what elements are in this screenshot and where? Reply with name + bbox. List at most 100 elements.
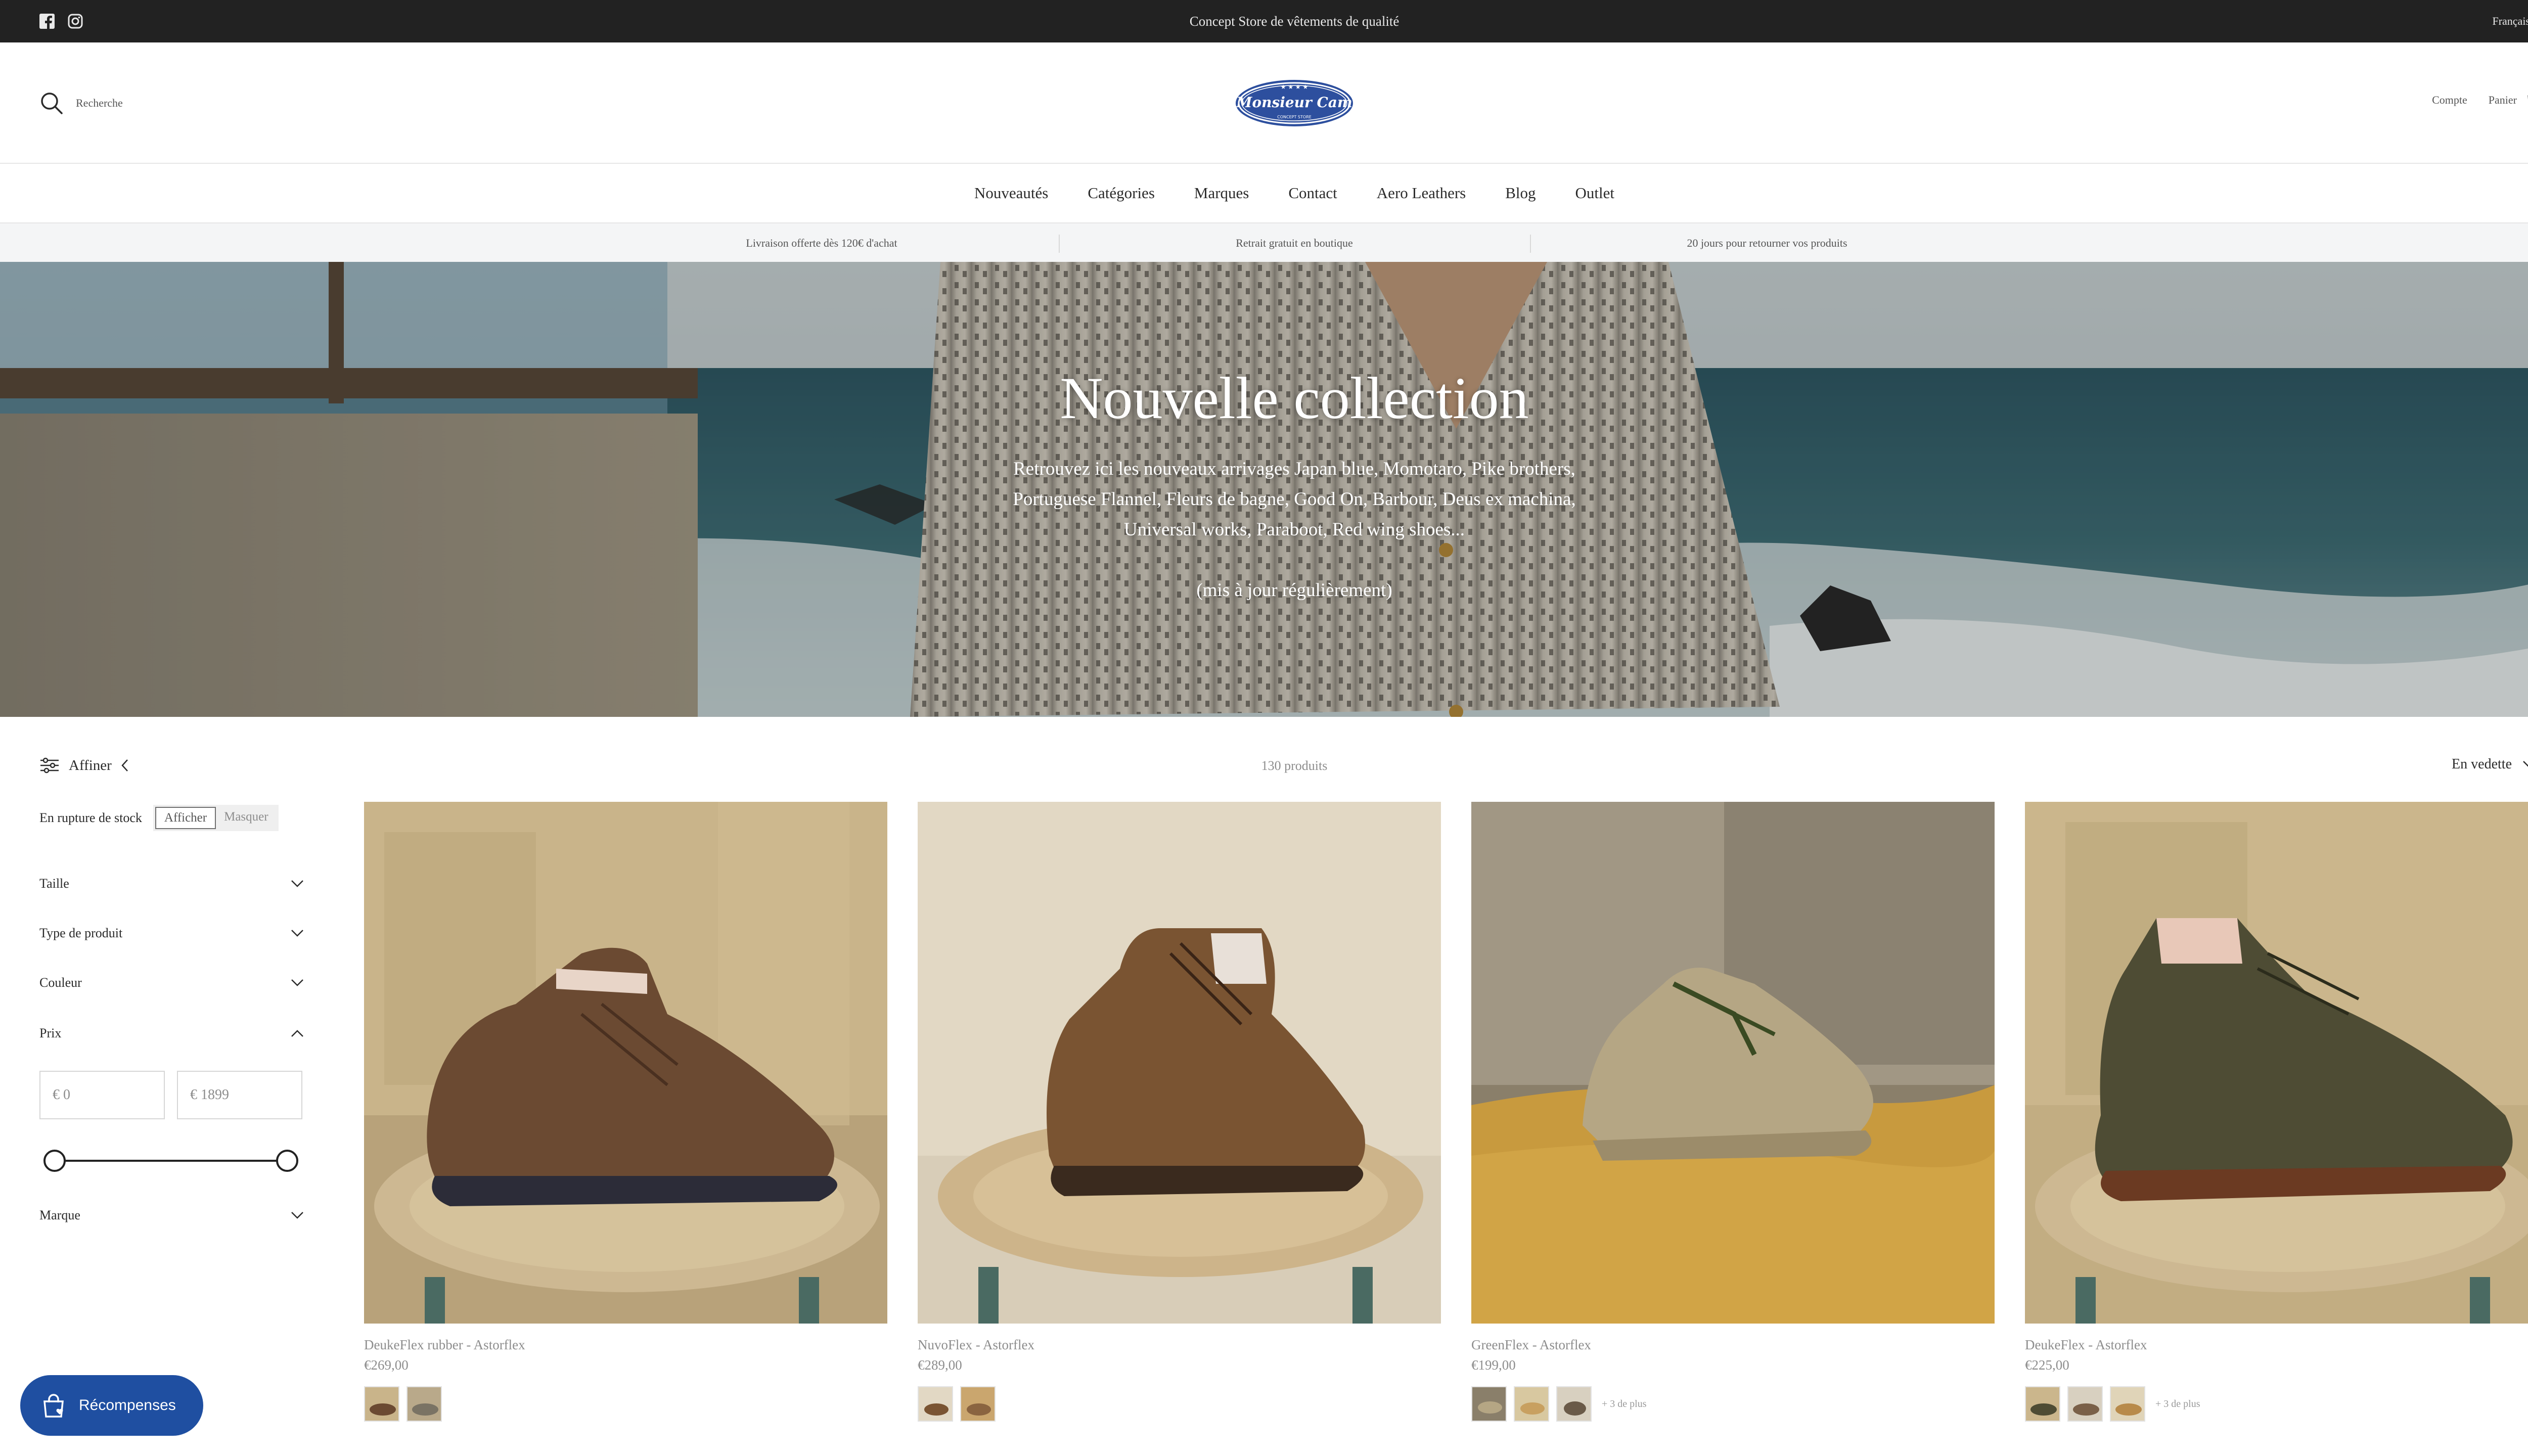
variant-swatch[interactable] <box>364 1386 399 1422</box>
price-slider-track[interactable] <box>55 1160 287 1162</box>
hero-description: Retrouvez ici les nouveaux arrivages Jap… <box>1013 459 1576 540</box>
usp-shipping: Livraison offerte dès 120€ d'achat <box>746 237 897 249</box>
chevron-down-icon <box>291 1212 303 1219</box>
rewards-button[interactable]: Récompenses <box>20 1375 203 1436</box>
chevron-down-icon <box>291 880 303 887</box>
hero-banner: Nouvelle collection Retrouvez ici les no… <box>0 262 2528 717</box>
nav-item-aero-leathers[interactable]: Aero Leathers <box>1377 184 1466 202</box>
variant-swatch[interactable] <box>2110 1386 2145 1422</box>
nav-item-blog[interactable]: Blog <box>1505 184 1536 202</box>
chevron-down-icon <box>291 930 303 937</box>
hero-title: Nouvelle collection <box>1060 365 1529 431</box>
svg-text:★ ★ ★ ★: ★ ★ ★ ★ <box>1281 83 1308 90</box>
product-card[interactable]: GreenFlex - Astorflex €199,00 + 3 de plu… <box>1471 802 1995 1422</box>
stock-option-hide[interactable]: Masquer <box>216 807 276 829</box>
nav-item-outlet[interactable]: Outlet <box>1575 184 1615 202</box>
product-name[interactable]: DeukeFlex rubber - Astorflex <box>364 1335 887 1355</box>
announcement-bar: Concept Store de vêtements de qualité Fr… <box>0 0 2528 42</box>
facet-product-type[interactable]: Type de produit <box>39 919 304 947</box>
variant-swatches <box>364 1386 887 1422</box>
product-image[interactable] <box>2025 802 2528 1324</box>
site-logo[interactable]: Monsieur Cam ★ ★ ★ ★ CONCEPT STORE <box>1234 78 1355 128</box>
facet-label: Marque <box>39 1208 80 1222</box>
product-name[interactable]: DeukeFlex - Astorflex <box>2025 1335 2528 1355</box>
variant-swatch[interactable] <box>960 1386 996 1422</box>
svg-text:CONCEPT STORE: CONCEPT STORE <box>1277 115 1312 119</box>
language-selector[interactable]: Français <box>2492 0 2528 42</box>
stock-label: En rupture de stock <box>39 810 142 825</box>
product-count: 130 produits <box>1261 758 1328 773</box>
filter-sliders-icon <box>40 757 59 774</box>
shopping-bag-heart-icon <box>43 1394 64 1418</box>
product-image[interactable] <box>918 802 1441 1324</box>
price-slider-min-handle[interactable] <box>43 1150 66 1172</box>
product-name[interactable]: GreenFlex - Astorflex <box>1471 1335 1995 1355</box>
main-navigation: Nouveautés Catégories Marques Contact Ae… <box>0 165 2528 221</box>
facet-price[interactable]: Prix <box>39 1019 304 1048</box>
price-max-input[interactable]: € 1899 <box>177 1071 302 1119</box>
variant-swatch[interactable] <box>2067 1386 2103 1422</box>
nav-item-categories[interactable]: Catégories <box>1088 184 1155 202</box>
stock-toggle: Afficher Masquer <box>153 805 279 831</box>
shopping-bag-icon <box>2527 95 2528 100</box>
variant-swatch[interactable] <box>918 1386 953 1422</box>
header-actions: Compte Panier <box>2432 89 2528 111</box>
facet-brand[interactable]: Marque <box>39 1201 304 1230</box>
facet-size[interactable]: Taille <box>39 870 304 898</box>
product-price: €289,00 <box>918 1357 962 1373</box>
usp-bar: Livraison offerte dès 120€ d'achat Retra… <box>0 222 2528 262</box>
cart-link[interactable]: Panier <box>2489 89 2528 111</box>
refine-label: Affiner <box>69 757 112 774</box>
facet-label: Couleur <box>39 975 82 990</box>
variant-swatch[interactable] <box>1514 1386 1549 1422</box>
facet-label: Taille <box>39 876 69 891</box>
rewards-label: Récompenses <box>79 1397 176 1414</box>
variant-swatches: + 3 de plus <box>2025 1386 2528 1422</box>
chevron-up-icon <box>291 1030 303 1037</box>
chevron-down-icon <box>2523 761 2528 767</box>
sort-select[interactable]: En vedette <box>2452 756 2528 772</box>
product-card[interactable]: NuvoFlex - Astorflex €289,00 <box>918 802 1441 1422</box>
account-link[interactable]: Compte <box>2432 94 2467 107</box>
usp-pickup: Retrait gratuit en boutique <box>1236 237 1353 249</box>
stock-option-show[interactable]: Afficher <box>155 807 216 829</box>
chevron-down-icon <box>291 979 303 986</box>
product-image[interactable] <box>1471 802 1995 1324</box>
facet-color[interactable]: Couleur <box>39 969 304 997</box>
search-button[interactable]: Recherche <box>39 91 123 115</box>
nav-item-nouveautes[interactable]: Nouveautés <box>974 184 1048 202</box>
more-variants-label[interactable]: + 3 de plus <box>1602 1398 1647 1410</box>
price-slider-max-handle[interactable] <box>276 1150 298 1172</box>
nav-item-marques[interactable]: Marques <box>1194 184 1249 202</box>
stock-filter: En rupture de stock Afficher Masquer <box>39 805 279 831</box>
more-variants-label[interactable]: + 3 de plus <box>2155 1398 2200 1410</box>
chevron-left-icon <box>121 759 128 771</box>
product-price: €199,00 <box>1471 1357 1516 1373</box>
hero-note: (mis à jour régulièrement) <box>1196 580 1392 601</box>
announcement-text: Concept Store de vêtements de qualité <box>1189 14 1400 29</box>
price-min-input[interactable]: € 0 <box>39 1071 165 1119</box>
language-label: Français <box>2492 15 2528 27</box>
variant-swatch[interactable] <box>1556 1386 1592 1422</box>
site-header: Recherche Monsieur Cam ★ ★ ★ ★ CONCEPT S… <box>0 42 2528 164</box>
refine-toggle[interactable]: Affiner <box>39 756 129 775</box>
cart-label: Panier <box>2488 94 2517 106</box>
search-icon <box>41 93 63 114</box>
product-price: €269,00 <box>364 1357 409 1373</box>
nav-item-contact[interactable]: Contact <box>1288 184 1337 202</box>
usp-returns: 20 jours pour retourner vos produits <box>1687 237 1847 249</box>
facet-label: Prix <box>39 1026 62 1040</box>
product-image[interactable] <box>364 802 887 1324</box>
variant-swatch[interactable] <box>2025 1386 2060 1422</box>
sort-label: En vedette <box>2452 756 2512 772</box>
svg-text:Monsieur Cam: Monsieur Cam <box>1236 94 1352 111</box>
product-card[interactable]: DeukeFlex rubber - Astorflex €269,00 <box>364 802 887 1422</box>
product-price: €225,00 <box>2025 1357 2069 1373</box>
variant-swatch[interactable] <box>407 1386 442 1422</box>
variant-swatches: + 3 de plus <box>1471 1386 1995 1422</box>
product-card[interactable]: DeukeFlex - Astorflex €225,00 + 3 de plu… <box>2025 802 2528 1422</box>
variant-swatch[interactable] <box>1471 1386 1507 1422</box>
search-label: Recherche <box>76 97 123 109</box>
variant-swatches <box>918 1386 1441 1422</box>
product-name[interactable]: NuvoFlex - Astorflex <box>918 1335 1441 1355</box>
